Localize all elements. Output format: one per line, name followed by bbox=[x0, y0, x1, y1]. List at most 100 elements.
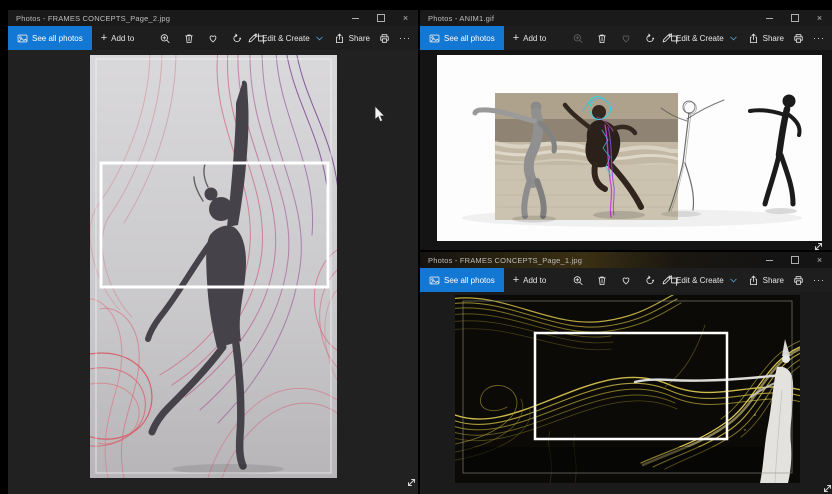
photos-icon bbox=[429, 275, 440, 286]
close-button[interactable]: × bbox=[807, 10, 832, 26]
titlebar[interactable]: Photos - FRAMES CONCEPTS_Page_2.jpg × bbox=[8, 10, 418, 26]
caption-controls: × bbox=[757, 252, 832, 268]
resize-diagonal-icon[interactable] bbox=[813, 241, 824, 250]
delete-button[interactable] bbox=[184, 33, 195, 44]
share-icon bbox=[748, 33, 759, 44]
photo-viewer bbox=[420, 292, 832, 494]
share-label: Share bbox=[762, 33, 784, 43]
photos-window-page2: Photos - FRAMES CONCEPTS_Page_2.jpg × Se… bbox=[7, 9, 419, 494]
caption-controls: × bbox=[757, 10, 832, 26]
share-button[interactable]: Share bbox=[748, 33, 784, 44]
maximize-icon bbox=[376, 14, 385, 22]
share-button[interactable]: Share bbox=[334, 33, 370, 44]
maximize-button[interactable] bbox=[368, 10, 393, 26]
maximize-button[interactable] bbox=[782, 252, 807, 268]
chevron-down-icon bbox=[728, 275, 739, 286]
favorite-button[interactable] bbox=[621, 33, 632, 44]
minimize-icon bbox=[766, 259, 773, 261]
photo-viewer bbox=[8, 50, 418, 494]
minimize-icon bbox=[352, 17, 359, 19]
add-to-button[interactable]: + Add to bbox=[504, 268, 556, 292]
share-icon bbox=[334, 33, 345, 44]
photos-icon bbox=[17, 33, 28, 44]
see-all-photos-button[interactable]: See all photos bbox=[8, 26, 92, 50]
rotate-button[interactable] bbox=[232, 33, 243, 44]
print-button[interactable] bbox=[379, 33, 390, 44]
crop-button[interactable] bbox=[668, 32, 680, 44]
see-all-photos-label: See all photos bbox=[444, 275, 495, 285]
more-icon: ··· bbox=[399, 33, 411, 43]
more-button[interactable]: ··· bbox=[813, 275, 825, 285]
photos-window-anim1: Photos - ANIM1.gif × See all photos + Ad… bbox=[419, 9, 832, 251]
close-button[interactable]: × bbox=[393, 10, 418, 26]
photos-icon bbox=[429, 33, 440, 44]
maximize-button[interactable] bbox=[782, 10, 807, 26]
share-label: Share bbox=[762, 275, 784, 285]
minimize-button[interactable] bbox=[343, 10, 368, 26]
chevron-down-icon bbox=[314, 33, 325, 44]
window-title: Photos - FRAMES CONCEPTS_Page_2.jpg bbox=[16, 13, 171, 23]
add-to-label: Add to bbox=[523, 275, 547, 285]
resize-diagonal-icon[interactable] bbox=[822, 483, 832, 494]
chevron-down-icon bbox=[728, 33, 739, 44]
more-button[interactable]: ··· bbox=[813, 33, 825, 43]
see-all-photos-label: See all photos bbox=[444, 33, 495, 43]
close-icon: × bbox=[816, 12, 823, 23]
see-all-photos-button[interactable]: See all photos bbox=[420, 268, 504, 292]
crop-button[interactable] bbox=[255, 32, 267, 44]
gif-canvas-dancers[interactable] bbox=[437, 55, 822, 241]
edit-create-label: Edit & Create bbox=[676, 275, 724, 285]
minimize-icon bbox=[766, 17, 773, 19]
print-button[interactable] bbox=[793, 33, 804, 44]
close-icon: × bbox=[816, 254, 823, 265]
close-button[interactable]: × bbox=[807, 252, 832, 268]
toolbar: See all photos + Add to Edit & Create Sh… bbox=[420, 268, 832, 292]
rotate-button[interactable] bbox=[645, 275, 656, 286]
maximize-icon bbox=[790, 256, 799, 264]
more-icon: ··· bbox=[813, 275, 825, 285]
minimize-button[interactable] bbox=[757, 252, 782, 268]
zoom-button[interactable] bbox=[573, 275, 584, 286]
caption-controls: × bbox=[343, 10, 418, 26]
resize-diagonal-icon[interactable] bbox=[406, 477, 417, 488]
window-title: Photos - FRAMES CONCEPTS_Page_1.jpg bbox=[428, 255, 583, 265]
plus-icon: + bbox=[512, 273, 520, 286]
add-to-label: Add to bbox=[111, 33, 135, 43]
minimize-button[interactable] bbox=[757, 10, 782, 26]
share-label: Share bbox=[348, 33, 370, 43]
print-button[interactable] bbox=[793, 275, 804, 286]
toolbar: See all photos + Add to Edit & Create Sh… bbox=[420, 26, 832, 50]
add-to-label: Add to bbox=[523, 33, 547, 43]
photo-viewer bbox=[420, 50, 832, 250]
edit-create-label: Edit & Create bbox=[676, 33, 724, 43]
photos-window-page1: Photos - FRAMES CONCEPTS_Page_1.jpg × Se… bbox=[419, 251, 832, 494]
mouse-cursor bbox=[374, 106, 386, 123]
see-all-photos-button[interactable]: See all photos bbox=[420, 26, 504, 50]
toolbar: See all photos + Add to Edit & Create Sh… bbox=[8, 26, 418, 50]
maximize-icon bbox=[790, 14, 799, 22]
photo-canvas-dancer[interactable] bbox=[90, 55, 337, 478]
plus-icon: + bbox=[512, 31, 520, 44]
see-all-photos-label: See all photos bbox=[32, 33, 83, 43]
add-to-button[interactable]: + Add to bbox=[92, 26, 144, 50]
crop-button[interactable] bbox=[668, 274, 680, 286]
delete-button[interactable] bbox=[597, 33, 608, 44]
plus-icon: + bbox=[100, 31, 108, 44]
share-icon bbox=[748, 275, 759, 286]
delete-button[interactable] bbox=[597, 275, 608, 286]
zoom-button[interactable] bbox=[160, 33, 171, 44]
titlebar[interactable]: Photos - FRAMES CONCEPTS_Page_1.jpg × bbox=[420, 252, 832, 268]
favorite-button[interactable] bbox=[621, 275, 632, 286]
zoom-button[interactable] bbox=[573, 33, 584, 44]
edit-create-label: Edit & Create bbox=[262, 33, 310, 43]
favorite-button[interactable] bbox=[208, 33, 219, 44]
close-icon: × bbox=[402, 12, 409, 23]
window-title: Photos - ANIM1.gif bbox=[428, 13, 495, 23]
photo-canvas-gold-dancer[interactable] bbox=[455, 295, 800, 483]
titlebar[interactable]: Photos - ANIM1.gif × bbox=[420, 10, 832, 26]
share-button[interactable]: Share bbox=[748, 275, 784, 286]
rotate-button[interactable] bbox=[645, 33, 656, 44]
more-icon: ··· bbox=[813, 33, 825, 43]
add-to-button[interactable]: + Add to bbox=[504, 26, 556, 50]
more-button[interactable]: ··· bbox=[399, 33, 411, 43]
